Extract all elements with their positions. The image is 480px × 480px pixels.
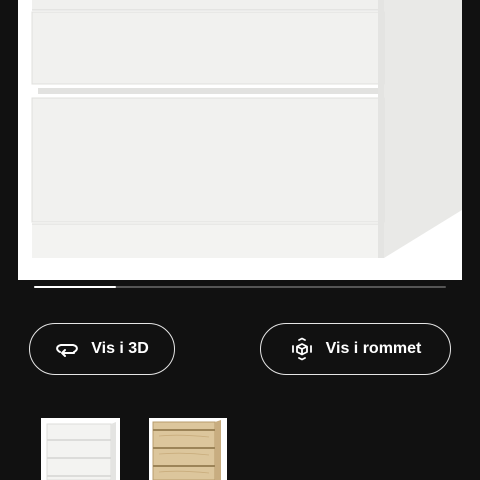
thumbnail-white-variant[interactable] [41, 418, 120, 480]
product-image[interactable] [18, 0, 462, 280]
view-in-room-button[interactable]: Vis i rommet [260, 323, 451, 375]
view-3d-button[interactable]: Vis i 3D [29, 323, 175, 375]
gallery-progress-fill [34, 286, 117, 288]
gallery-progress-bar [34, 286, 446, 288]
thumbnail-oak-variant[interactable] [149, 418, 227, 480]
rotate-3d-icon [55, 339, 79, 359]
view-3d-label: Vis i 3D [91, 340, 149, 357]
view-in-room-label: Vis i rommet [325, 340, 422, 357]
ar-cube-icon [290, 337, 314, 361]
